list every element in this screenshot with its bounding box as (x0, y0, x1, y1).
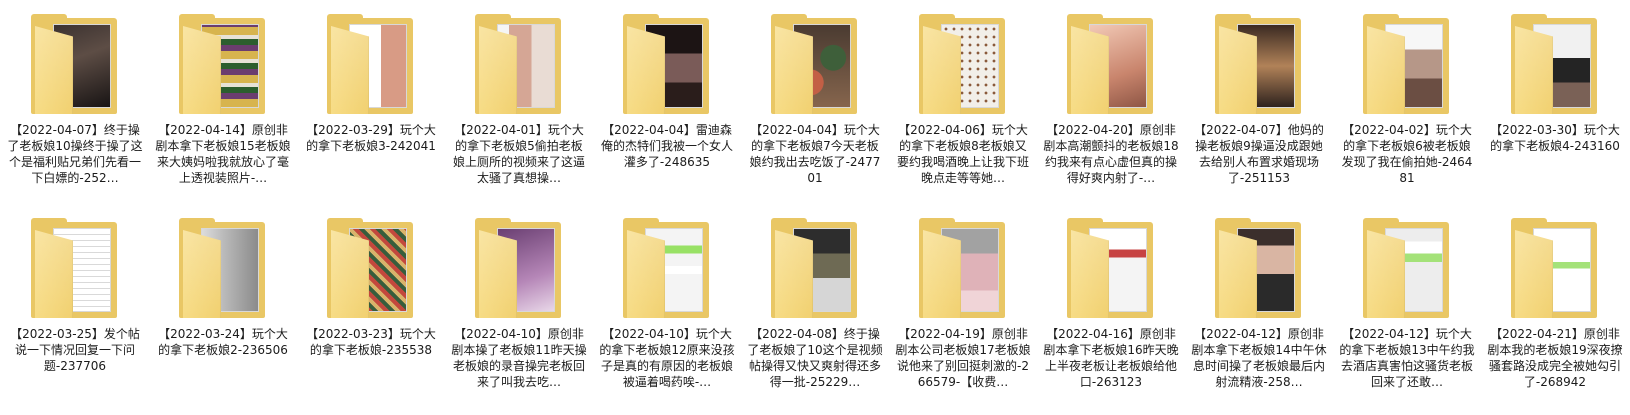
folder-label: 【2022-04-10】玩个大的拿下老板娘12原来没孩子是真的有原因的老板娘被逼… (599, 327, 735, 389)
folder-item[interactable]: 【2022-04-07】终于操了老板娘10操终于操了这个是福利贴兄弟们先看一下白… (1, 0, 149, 204)
folder-item[interactable]: 【2022-04-12】玩个大的拿下老板娘13中午约我去酒店真害怕这骚货老板回来… (1333, 204, 1481, 408)
folder-icon (765, 14, 865, 114)
folder-label: 【2022-03-30】玩个大的拿下老板娘4-243160 (1490, 123, 1620, 153)
folder-icon (25, 218, 125, 318)
folder-label: 【2022-04-07】终于操了老板娘10操终于操了这个是福利贴兄弟们先看一下白… (7, 123, 143, 185)
folder-item[interactable]: 【2022-04-12】原创非剧本拿下老板娘14中午休息时间操了老板娘最后内射流… (1185, 204, 1333, 408)
folder-item[interactable]: 【2022-03-30】玩个大的拿下老板娘4-243160 (1481, 0, 1629, 204)
folder-icon (173, 218, 273, 318)
folder-label: 【2022-04-20】原创非剧本高潮颤抖的老板娘18约我来有点心虚但真的操得好… (1043, 123, 1179, 185)
folder-icon (321, 218, 421, 318)
folder-item[interactable]: 【2022-04-04】雷迪森俺的杰特们我被一个女人灌多了-248635 (593, 0, 741, 204)
folder-item[interactable]: 【2022-04-14】原创非剧本拿下老板娘15老板娘来大姨妈啦我就放心了毫上透… (149, 0, 297, 204)
folder-label: 【2022-03-23】玩个大的拿下老板娘-235538 (306, 327, 436, 357)
folder-icon (617, 14, 717, 114)
folder-icon (1209, 14, 1309, 114)
folder-icon (913, 218, 1013, 318)
folder-icon (1209, 218, 1309, 318)
folder-icon (617, 218, 717, 318)
folder-label: 【2022-04-16】原创非剧本拿下老板娘16昨天晚上半夜老板让老板娘给他口-… (1043, 327, 1179, 389)
folder-item[interactable]: 【2022-04-19】原创非剧本公司老板娘17老板娘说他来了别回挺刺激的-26… (889, 204, 1037, 408)
folder-item[interactable]: 【2022-04-10】玩个大的拿下老板娘12原来没孩子是真的有原因的老板娘被逼… (593, 204, 741, 408)
folder-item[interactable]: 【2022-04-02】玩个大的拿下老板娘6被老板娘发现了我在偷拍她-24648… (1333, 0, 1481, 204)
folder-label: 【2022-03-25】发个帖说一下情况回复一下问题-237706 (10, 327, 140, 373)
folder-label: 【2022-04-02】玩个大的拿下老板娘6被老板娘发现了我在偷拍她-24648… (1341, 123, 1473, 185)
folder-label: 【2022-03-24】玩个大的拿下老板娘2-236506 (158, 327, 288, 357)
folder-icon (469, 218, 569, 318)
folder-icon (913, 14, 1013, 114)
folder-icon (1357, 218, 1457, 318)
folder-item[interactable]: 【2022-04-08】终于操了老板娘了10这个是视频帖操得又快又爽射得还多得一… (741, 204, 889, 408)
folder-grid: 【2022-04-07】终于操了老板娘10操终于操了这个是福利贴兄弟们先看一下白… (0, 0, 1630, 415)
folder-label: 【2022-03-29】玩个大的拿下老板娘3-242041 (306, 123, 436, 153)
folder-label: 【2022-04-21】原创非剧本我的老板娘19深夜撩骚套路没成完全被她勾引了-… (1487, 327, 1623, 389)
folder-icon (1061, 218, 1161, 318)
folder-item[interactable]: 【2022-03-25】发个帖说一下情况回复一下问题-237706 (1, 204, 149, 408)
folder-icon (469, 14, 569, 114)
folder-icon (765, 218, 865, 318)
folder-label: 【2022-04-08】终于操了老板娘了10这个是视频帖操得又快又爽射得还多得一… (747, 327, 883, 389)
folder-icon (1357, 14, 1457, 114)
folder-item[interactable]: 【2022-04-06】玩个大的拿下老板娘8老板娘又要约我喝酒晚上让我下班晚点走… (889, 0, 1037, 204)
folder-label: 【2022-04-06】玩个大的拿下老板娘8老板娘又要约我喝酒晚上让我下班晚点走… (896, 123, 1029, 185)
folder-label: 【2022-04-04】雷迪森俺的杰特们我被一个女人灌多了-248635 (600, 123, 733, 169)
folder-label: 【2022-04-01】玩个大的拿下老板娘5偷拍老板娘上厕所的视频来了这逼太骚了… (452, 123, 585, 185)
folder-label: 【2022-04-14】原创非剧本拿下老板娘15老板娘来大姨妈啦我就放心了毫上透… (155, 123, 291, 185)
folder-icon (25, 14, 125, 114)
folder-label: 【2022-04-10】原创非剧本操了老板娘11昨天操老板娘的录音操完老板回来了… (451, 327, 587, 389)
folder-icon (1505, 14, 1605, 114)
folder-icon (1505, 218, 1605, 318)
folder-label: 【2022-04-19】原创非剧本公司老板娘17老板娘说他来了别回挺刺激的-26… (895, 327, 1031, 389)
folder-item[interactable]: 【2022-04-10】原创非剧本操了老板娘11昨天操老板娘的录音操完老板回来了… (445, 204, 593, 408)
folder-label: 【2022-04-07】他妈的操老板娘9操逼没成跟她去给别人布置求婚现场了-25… (1194, 123, 1324, 185)
folder-item[interactable]: 【2022-03-29】玩个大的拿下老板娘3-242041 (297, 0, 445, 204)
folder-label: 【2022-04-12】玩个大的拿下老板娘13中午约我去酒店真害怕这骚货老板回来… (1339, 327, 1475, 389)
folder-item[interactable]: 【2022-04-07】他妈的操老板娘9操逼没成跟她去给别人布置求婚现场了-25… (1185, 0, 1333, 204)
folder-item[interactable]: 【2022-03-24】玩个大的拿下老板娘2-236506 (149, 204, 297, 408)
folder-item[interactable]: 【2022-04-21】原创非剧本我的老板娘19深夜撩骚套路没成完全被她勾引了-… (1481, 204, 1629, 408)
folder-item[interactable]: 【2022-03-23】玩个大的拿下老板娘-235538 (297, 204, 445, 408)
folder-icon (321, 14, 421, 114)
folder-label: 【2022-04-12】原创非剧本拿下老板娘14中午休息时间操了老板娘最后内射流… (1191, 327, 1327, 389)
folder-item[interactable]: 【2022-04-01】玩个大的拿下老板娘5偷拍老板娘上厕所的视频来了这逼太骚了… (445, 0, 593, 204)
folder-item[interactable]: 【2022-04-20】原创非剧本高潮颤抖的老板娘18约我来有点心虚但真的操得好… (1037, 0, 1185, 204)
folder-icon (1061, 14, 1161, 114)
folder-item[interactable]: 【2022-04-04】玩个大的拿下老板娘7今天老板娘约我出去吃饭了-24770… (741, 0, 889, 204)
folder-label: 【2022-04-04】玩个大的拿下老板娘7今天老板娘约我出去吃饭了-24770… (749, 123, 881, 185)
folder-icon (173, 14, 273, 114)
folder-item[interactable]: 【2022-04-16】原创非剧本拿下老板娘16昨天晚上半夜老板让老板娘给他口-… (1037, 204, 1185, 408)
